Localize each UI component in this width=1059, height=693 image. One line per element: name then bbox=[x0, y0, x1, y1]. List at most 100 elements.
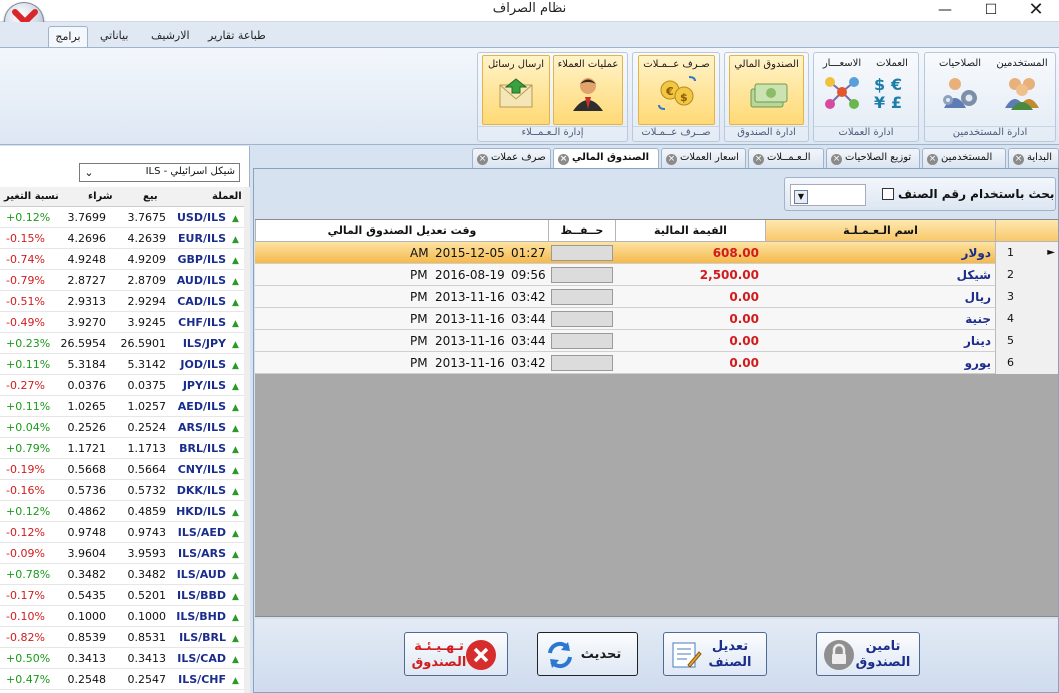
grid-row[interactable]: PM 2013-11-16 03:42 0.00 يورو 6 bbox=[255, 352, 1058, 374]
rate-sell: 1.0257 bbox=[127, 400, 167, 413]
close-tab-icon[interactable]: × bbox=[927, 154, 938, 165]
svg-text:$: $ bbox=[680, 91, 688, 104]
close-tab-icon[interactable]: × bbox=[558, 154, 569, 165]
currencies-button[interactable]: العملات $ € ¥ £ bbox=[868, 55, 916, 125]
rate-row[interactable]: -0.15% 4.2696 4.2639 EUR/ILS ▲ bbox=[0, 228, 244, 249]
grid-row[interactable]: PM 2013-11-16 03:42 0.00 ريال 3 bbox=[255, 286, 1058, 308]
rate-row[interactable]: +0.12% 0.4862 0.4859 HKD/ILS ▲ bbox=[0, 501, 244, 522]
secure-cashbox-button[interactable]: تامين الصندوق bbox=[816, 632, 920, 676]
tab-users[interactable]: × المستخدمين bbox=[922, 148, 1006, 168]
rate-sell: 0.2524 bbox=[127, 421, 167, 434]
grid-row[interactable]: PM 2013-11-16 03:44 0.00 جنية 4 bbox=[255, 308, 1058, 330]
tab-print-reports[interactable]: طباعة تقارير bbox=[202, 26, 272, 48]
row-indicator-icon bbox=[1025, 308, 1058, 330]
cashbox-button[interactable]: الصندوق المالي bbox=[729, 55, 804, 125]
dropdown-arrow-icon[interactable]: ▼ bbox=[794, 190, 808, 204]
rate-row[interactable]: -0.79% 2.8727 2.8709 AUD/ILS ▲ bbox=[0, 270, 244, 291]
base-currency-select[interactable]: ⌄ ILS - شيكل اسرائيلي bbox=[79, 163, 240, 182]
rate-row[interactable]: -0.82% 0.8539 0.8531 ILS/BRL ▲ bbox=[0, 627, 244, 648]
rate-row[interactable]: +0.12% 3.7699 3.7675 USD/ILS ▲ bbox=[0, 207, 244, 228]
rate-row[interactable]: -0.27% 0.0376 0.0375 JPY/ILS ▲ bbox=[0, 375, 244, 396]
grid-row[interactable]: PM 2016-08-19 09:56 2,500.00 شيكل 2 bbox=[255, 264, 1058, 286]
tab-home[interactable]: × البداية bbox=[1008, 148, 1059, 168]
close-tab-icon[interactable]: × bbox=[831, 154, 842, 165]
grid-row[interactable]: PM 2013-11-16 03:44 0.00 دينار 5 bbox=[255, 330, 1058, 352]
refresh-button[interactable]: تحديث bbox=[537, 632, 638, 676]
close-tab-icon[interactable]: × bbox=[1013, 154, 1024, 165]
tab-cashbox[interactable]: × الصندوق المالي bbox=[553, 148, 659, 168]
rates-scrollbar[interactable] bbox=[244, 187, 250, 693]
save-cell[interactable] bbox=[551, 311, 613, 327]
tab-exchange[interactable]: × صرف عملات bbox=[472, 148, 551, 168]
rate-sell: 0.5201 bbox=[127, 589, 167, 602]
rate-row[interactable]: -0.49% 3.9270 3.9245 CHF/ILS ▲ bbox=[0, 312, 244, 333]
tab-currency-prices[interactable]: × اسعار العملات bbox=[661, 148, 746, 168]
tab-currencies[interactable]: × الـعـمــلات bbox=[748, 148, 824, 168]
ribbon-group-customers-caption: إدارة الـعـمــلاء bbox=[478, 126, 627, 140]
edit-item-button[interactable]: تعديل الصنف bbox=[663, 632, 767, 676]
rate-buy: 0.5668 bbox=[67, 463, 107, 476]
row-number: 4 bbox=[995, 308, 1025, 330]
header-sell: بيع bbox=[143, 191, 158, 202]
rate-row[interactable]: -0.17% 0.5435 0.5201 ILS/BBD ▲ bbox=[0, 585, 244, 606]
minimize-button[interactable]: — bbox=[922, 0, 968, 20]
maximize-button[interactable]: ☐ bbox=[968, 0, 1014, 20]
currency-name: ريال bbox=[964, 290, 991, 304]
tab-programs[interactable]: برامج bbox=[48, 26, 88, 48]
modified-ampm: AM bbox=[410, 246, 429, 260]
rate-buy: 0.8539 bbox=[67, 631, 107, 644]
grid-row[interactable]: AM 2015-12-05 01:27 608.00 دولار 1 ► bbox=[255, 242, 1058, 264]
trend-up-icon: ▲ bbox=[232, 487, 239, 497]
rate-row[interactable]: -0.10% 0.1000 0.1000 ILS/BHD ▲ bbox=[0, 606, 244, 627]
rate-buy: 0.5736 bbox=[67, 484, 107, 497]
modified-time: PM 2013-11-16 03:42 bbox=[255, 286, 548, 308]
exchange-button[interactable]: صـرف عــمـلات € $ bbox=[638, 55, 715, 125]
reset-cashbox-button[interactable]: تـهـيـئـة الصندوق bbox=[404, 632, 508, 676]
send-messages-button[interactable]: ارسال رسائل bbox=[482, 55, 550, 125]
rate-buy: 1.1721 bbox=[67, 442, 107, 455]
svg-text:€: € bbox=[665, 85, 674, 98]
rate-row[interactable]: +0.47% 0.2548 0.2547 ILS/CHF ▲ bbox=[0, 669, 244, 690]
modified-time: PM 2016-08-19 09:56 bbox=[255, 264, 548, 286]
search-input[interactable]: ▼ bbox=[790, 184, 866, 206]
tab-my-data[interactable]: بياناتي bbox=[94, 26, 134, 48]
rate-row[interactable]: -0.19% 0.5668 0.5664 CNY/ILS ▲ bbox=[0, 459, 244, 480]
save-cell[interactable] bbox=[551, 267, 613, 283]
rate-pair: JOD/ILS bbox=[180, 358, 226, 371]
rate-row[interactable]: -0.12% 0.9748 0.9743 ILS/AED ▲ bbox=[0, 522, 244, 543]
header-row-select bbox=[995, 220, 1058, 242]
rate-row[interactable]: +0.11% 1.0265 1.0257 AED/ILS ▲ bbox=[0, 396, 244, 417]
rate-row[interactable]: +0.79% 1.1721 1.1713 BRL/ILS ▲ bbox=[0, 438, 244, 459]
rate-row[interactable]: +0.11% 5.3184 5.3142 JOD/ILS ▲ bbox=[0, 354, 244, 375]
customer-icon bbox=[573, 78, 603, 111]
rate-row[interactable]: +0.78% 0.3482 0.3482 ILS/AUD ▲ bbox=[0, 564, 244, 585]
rate-row[interactable]: -0.74% 4.9248 4.9209 GBP/ILS ▲ bbox=[0, 249, 244, 270]
close-tab-icon[interactable]: × bbox=[753, 154, 764, 165]
rate-buy: 0.0376 bbox=[67, 379, 107, 392]
lock-icon bbox=[824, 640, 854, 670]
users-button[interactable]: المستخدمين bbox=[993, 55, 1051, 125]
permissions-button[interactable]: الصلاحيات bbox=[931, 55, 989, 125]
rate-row[interactable]: +0.23% 26.5954 26.5901 ILS/JPY ▲ bbox=[0, 333, 244, 354]
close-tab-icon[interactable]: × bbox=[666, 154, 677, 165]
rate-row[interactable]: -0.51% 2.9313 2.9294 CAD/ILS ▲ bbox=[0, 291, 244, 312]
rate-row[interactable]: -0.09% 3.9604 3.9593 ILS/ARS ▲ bbox=[0, 543, 244, 564]
save-cell[interactable] bbox=[551, 333, 613, 349]
rate-row[interactable]: -0.16% 0.5736 0.5732 DKK/ILS ▲ bbox=[0, 480, 244, 501]
prices-button[interactable]: الاسعـــار bbox=[818, 55, 866, 125]
tab-permissions[interactable]: × توزيع الصلاحيات bbox=[826, 148, 920, 168]
close-button[interactable]: ✕ bbox=[1013, 0, 1059, 20]
rate-sell: 2.8709 bbox=[127, 274, 167, 287]
tab-archive[interactable]: الارشيف bbox=[145, 26, 196, 48]
save-cell[interactable] bbox=[551, 289, 613, 305]
rate-row[interactable]: +0.04% 0.2526 0.2524 ARS/ILS ▲ bbox=[0, 417, 244, 438]
save-cell[interactable] bbox=[551, 355, 613, 371]
search-by-item-checkbox[interactable] bbox=[882, 188, 894, 200]
header-modified-time: وقت تعديل الصندوق المالي bbox=[255, 220, 548, 242]
save-cell[interactable] bbox=[551, 245, 613, 261]
customer-operations-button[interactable]: عمليات العملاء bbox=[553, 55, 623, 125]
trend-up-icon: ▲ bbox=[232, 382, 239, 392]
rate-sell: 0.4859 bbox=[127, 505, 167, 518]
rate-row[interactable]: +0.50% 0.3413 0.3413 ILS/CAD ▲ bbox=[0, 648, 244, 669]
close-tab-icon[interactable]: × bbox=[477, 154, 488, 165]
